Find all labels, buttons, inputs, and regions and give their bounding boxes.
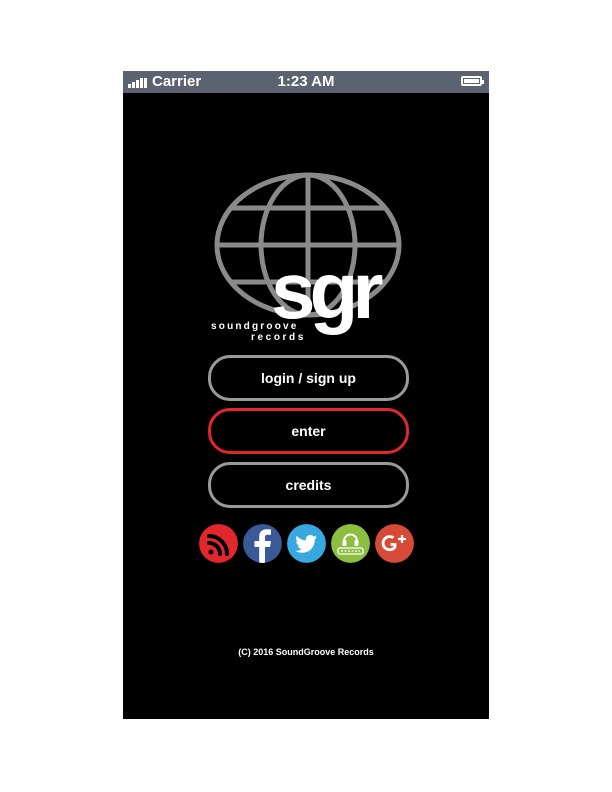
google-plus-icon[interactable] [375,524,414,563]
logo-wordmark-line1: soundgroove [211,321,299,332]
twitter-icon[interactable] [287,524,326,563]
rss-icon[interactable] [199,524,238,563]
enter-button[interactable]: enter [208,408,409,454]
app-screen: Carrier 1:23 AM sgr soundgroove records … [123,71,489,719]
credits-button[interactable]: credits [208,462,409,508]
status-bar: Carrier 1:23 AM [123,71,489,93]
copyright-footer: (C) 2016 SoundGroove Records [238,647,374,657]
logo-wordmark-line2: records [251,332,306,343]
beatport-icon[interactable] [331,524,370,563]
login-signup-button[interactable]: login / sign up [208,355,409,401]
social-links [199,524,414,564]
soundgroove-logo: sgr soundgroove records [211,171,411,346]
battery-icon [461,76,484,86]
status-time: 1:23 AM [277,73,335,90]
facebook-icon[interactable] [243,524,282,563]
logo-mark: sgr [271,246,383,335]
